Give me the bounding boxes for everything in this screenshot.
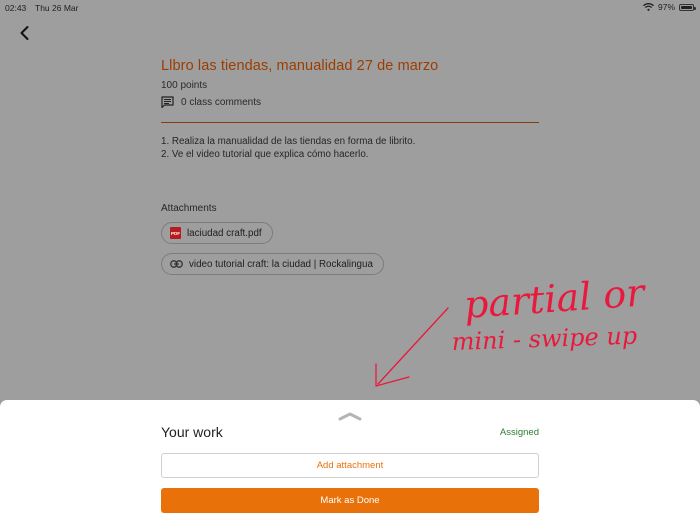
attachments-label: Attachments — [161, 203, 217, 214]
annotation-arrow-head — [375, 363, 410, 387]
status-time: 02:43 — [5, 3, 27, 13]
class-comments-link[interactable]: 0 class comments — [161, 96, 539, 108]
your-work-sheet[interactable]: Your work Assigned Add attachment Mark a… — [0, 400, 700, 525]
mark-as-done-button[interactable]: Mark as Done — [161, 488, 539, 513]
add-attachment-button[interactable]: Add attachment — [161, 453, 539, 478]
assignment-points: 100 points — [161, 80, 208, 91]
annotation-line-2: mini - swipe up — [451, 322, 637, 356]
back-button[interactable] — [14, 22, 36, 44]
annotation-arrow — [377, 307, 449, 385]
link-icon — [170, 260, 183, 268]
chevron-up-icon — [338, 412, 362, 421]
attachment-label: laciudad craft.pdf — [187, 227, 262, 239]
comment-icon — [161, 96, 174, 108]
class-comments-label: 0 class comments — [181, 96, 262, 108]
chevron-left-icon — [20, 26, 29, 40]
assignment-title: Llbro las tiendas, manualidad 27 de marz… — [161, 58, 439, 74]
attachment-label: video tutorial craft: la ciudad | Rockal… — [189, 258, 373, 270]
title-divider — [161, 122, 539, 123]
status-badge: Assigned — [499, 427, 539, 438]
attachment-chip-link[interactable]: video tutorial craft: la ciudad | Rockal… — [161, 253, 384, 275]
sheet-handle[interactable] — [338, 408, 362, 426]
your-work-title: Your work — [161, 424, 223, 440]
status-right: 97% — [643, 2, 696, 12]
assignment-details: Llbro las tiendas, manualidad 27 de marz… — [161, 55, 539, 275]
instruction-line: 2. Ve el video tutorial que explica cómo… — [161, 149, 369, 160]
battery-percent: 97% — [657, 2, 675, 12]
wifi-icon — [643, 3, 654, 11]
battery-icon — [679, 3, 696, 11]
annotation-line-1: partial or — [463, 270, 649, 327]
pdf-icon: PDF — [170, 227, 181, 239]
status-date: Thu 26 Mar — [35, 3, 79, 13]
instructions: 1. Realiza la manualidad de las tiendas … — [161, 135, 539, 161]
status-bar: 02:43 Thu 26 Mar 97% — [0, 0, 700, 14]
attachment-chip-pdf[interactable]: PDF laciudad craft.pdf — [161, 222, 273, 244]
battery-fill — [681, 5, 692, 9]
instruction-line: 1. Realiza la manualidad de las tiendas … — [161, 136, 416, 147]
